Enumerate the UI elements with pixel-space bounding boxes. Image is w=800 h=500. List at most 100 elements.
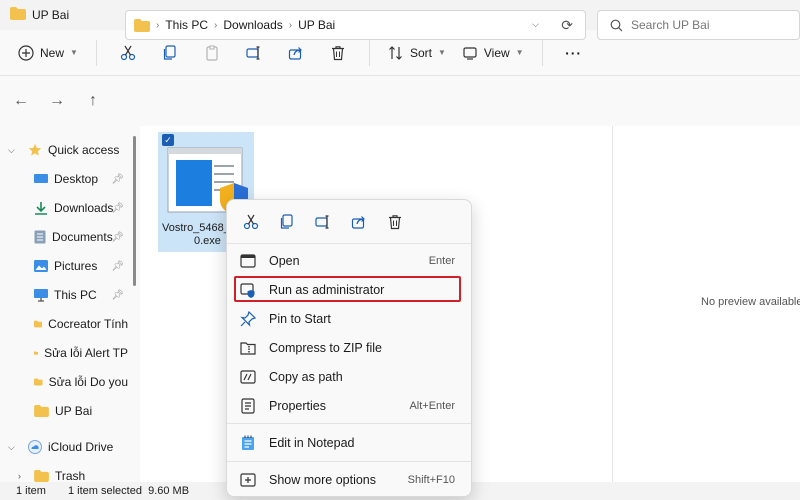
rename-icon: [246, 45, 260, 60]
search-placeholder: Search UP Bai: [631, 18, 710, 32]
sidebar-item-sua-loi-do-you[interactable]: Sửa lỗi Do you: [34, 369, 128, 395]
sidebar-label: Quick access: [48, 143, 120, 157]
rename-button[interactable]: [233, 38, 275, 68]
sidebar-item-pictures[interactable]: Pictures 📌︎: [34, 253, 128, 279]
view-button[interactable]: View ▼: [454, 38, 532, 68]
properties-icon: [237, 397, 259, 415]
ctx-rename-button[interactable]: [305, 207, 341, 237]
back-button[interactable]: ←: [6, 86, 36, 116]
ctx-item-copy-as-path[interactable]: Copy as path: [231, 363, 469, 391]
open-icon: [237, 252, 259, 270]
up-button[interactable]: ↑: [78, 86, 108, 116]
more-options-button[interactable]: ···: [553, 38, 595, 68]
sidebar-item-sua-loi-alert[interactable]: Sửa lỗi Alert TP: [34, 340, 128, 366]
copy-button[interactable]: [149, 38, 191, 68]
sidebar-item-cocreator[interactable]: Cocreator Tính: [34, 311, 128, 337]
sidebar-label: Documents: [52, 230, 113, 244]
paste-button[interactable]: [191, 38, 233, 68]
sidebar-label: Cocreator Tính: [48, 317, 128, 331]
no-preview-text: No preview available: [701, 296, 800, 308]
folder-icon: [10, 7, 26, 23]
plus-circle-icon: [18, 44, 34, 61]
selection-checkbox[interactable]: ✓: [162, 134, 174, 146]
ctx-item-pin-to-start[interactable]: Pin to Start: [231, 305, 469, 333]
pin-icon: [237, 310, 259, 328]
search-box[interactable]: Search UP Bai: [597, 10, 800, 40]
ctx-item-edit-in-notepad[interactable]: Edit in Notepad: [231, 429, 469, 457]
refresh-icon[interactable]: ⟳: [561, 17, 573, 34]
folder-icon: [34, 405, 49, 417]
copy-icon: [163, 44, 176, 60]
zip-folder-icon: [237, 339, 259, 357]
star-icon: [28, 143, 42, 156]
context-menu-divider: [227, 461, 471, 462]
scissors-icon: [243, 214, 259, 229]
desktop-icon: [34, 174, 48, 183]
more-options-icon: [237, 471, 259, 489]
chevron-right-icon: ›: [288, 19, 293, 31]
sidebar-label: UP Bai: [55, 404, 93, 418]
ctx-item-open[interactable]: Open Enter: [231, 247, 469, 275]
sidebar-scrollbar[interactable]: [133, 136, 136, 286]
sidebar-item-icloud-drive[interactable]: ⌵ iCloud Drive: [8, 434, 136, 460]
folder-icon: [134, 18, 150, 32]
ctx-item-label: Show more options: [269, 473, 377, 487]
sidebar-item-downloads[interactable]: Downloads 📌︎: [34, 195, 128, 221]
clipboard-icon: [206, 45, 218, 61]
preview-pane: No preview available: [612, 126, 800, 482]
folder-icon: [34, 351, 39, 355]
chevron-down-icon[interactable]: ⌵: [8, 145, 18, 156]
sidebar-item-quick-access[interactable]: ⌵ Quick access: [8, 137, 136, 163]
address-bar[interactable]: › This PC › Downloads › UP Bai ⌵ ⟳: [125, 10, 586, 40]
scissors-icon: [120, 45, 136, 60]
breadcrumb-downloads[interactable]: Downloads: [223, 18, 282, 32]
rename-icon: [315, 214, 329, 229]
trash-icon: [389, 214, 401, 229]
arrow-right-icon: →: [49, 92, 65, 109]
sidebar-item-trash[interactable]: › Trash: [18, 463, 140, 482]
ctx-copy-button[interactable]: [269, 207, 305, 237]
new-label: New: [40, 45, 65, 60]
ctx-item-compress-zip[interactable]: Compress to ZIP file: [231, 334, 469, 362]
sort-button[interactable]: Sort ▼: [380, 38, 454, 68]
folder-icon: [34, 320, 43, 328]
cut-button[interactable]: [107, 38, 149, 68]
ctx-item-label: Compress to ZIP file: [269, 341, 383, 355]
sidebar-item-documents[interactable]: Documents 📌︎: [34, 224, 128, 250]
context-menu: Open Enter Run as administrator Pin to S…: [226, 199, 472, 497]
forward-button[interactable]: →: [42, 86, 72, 116]
ctx-item-label: Edit in Notepad: [269, 436, 355, 450]
sidebar-item-this-pc[interactable]: This PC 📌︎: [34, 282, 128, 308]
ctx-item-properties[interactable]: Properties Alt+Enter: [231, 392, 469, 420]
ctx-item-label: Pin to Start: [269, 312, 331, 326]
copy-path-icon: [237, 368, 259, 386]
breadcrumb-up-bai[interactable]: UP Bai: [298, 18, 335, 32]
toolbar-divider: [541, 39, 543, 66]
sidebar-item-up-bai[interactable]: UP Bai: [34, 398, 128, 424]
share-button[interactable]: [275, 38, 317, 68]
item-count: 1 item: [16, 485, 46, 497]
toolbar-divider: [95, 39, 97, 66]
chevron-right-icon[interactable]: ›: [18, 471, 28, 481]
chevron-down-icon[interactable]: ⌵: [8, 442, 18, 453]
arrow-up-icon: ↑: [89, 92, 97, 109]
ctx-cut-button[interactable]: [233, 207, 269, 237]
ctx-item-label: Properties: [269, 399, 326, 413]
selected-count: 1 item selected: [67, 485, 142, 497]
view-icon: [463, 46, 477, 60]
new-button[interactable]: New ▼: [18, 38, 86, 68]
ctx-share-button[interactable]: [341, 207, 377, 237]
chevron-down-icon: ▼: [70, 48, 78, 57]
address-history-dropdown[interactable]: ⌵: [532, 19, 539, 30]
ctx-item-show-more-options[interactable]: Show more options Shift+F10: [231, 466, 469, 494]
delete-button[interactable]: [317, 38, 359, 68]
annotation-highlight-box: [234, 276, 461, 302]
ctx-delete-button[interactable]: [377, 207, 413, 237]
folder-icon: [34, 378, 43, 386]
context-menu-divider: [227, 423, 471, 424]
sidebar-item-desktop[interactable]: Desktop 📌︎: [34, 166, 128, 192]
copy-icon: [280, 213, 293, 229]
ctx-item-shortcut: Shift+F10: [407, 474, 455, 486]
breadcrumb-this-pc[interactable]: This PC: [165, 18, 208, 32]
ctx-item-shortcut: Alt+Enter: [409, 400, 455, 412]
